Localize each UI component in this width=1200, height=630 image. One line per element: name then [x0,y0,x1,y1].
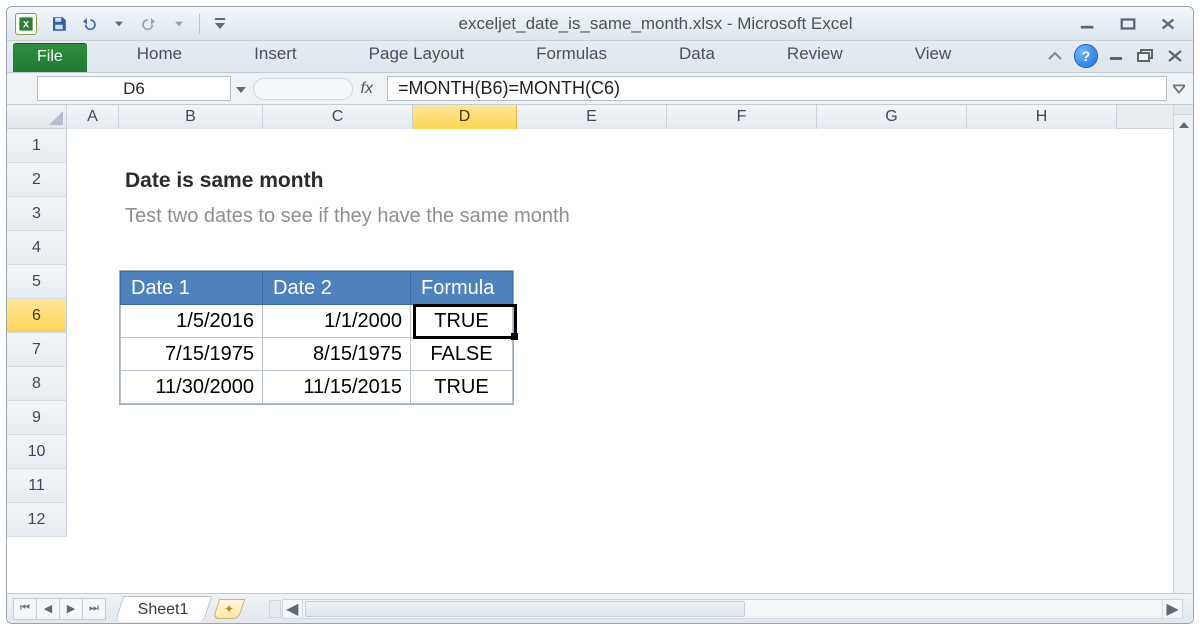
data-table: Date 1 Date 2 Formula 1/5/2016 1/1/2000 … [119,270,514,405]
scroll-up-button[interactable] [1174,115,1193,135]
cell-d7[interactable]: FALSE [411,338,513,371]
cell-c7[interactable]: 8/15/1975 [263,338,411,371]
col-header-h[interactable]: H [967,105,1117,129]
formula-bar-row: D6 fx =MONTH(B6)=MONTH(C6) [7,73,1193,105]
tab-home[interactable]: Home [123,39,196,72]
sheet-nav-next[interactable]: ▶ [59,598,83,620]
tab-data[interactable]: Data [665,39,729,72]
help-button[interactable]: ? [1075,45,1097,67]
cell-d8[interactable]: TRUE [411,371,513,404]
window-controls [1077,15,1185,33]
hscroll-thumb[interactable] [305,601,745,617]
cell-area[interactable]: Date is same month Test two dates to see… [67,129,1173,593]
col-header-a[interactable]: A [67,105,119,129]
ribbon-minimize-icon[interactable] [1047,49,1063,63]
worksheet-grid[interactable]: ABCDEFGH 123456789101112 Date is same mo… [7,105,1193,593]
app-window: X exceljet_date_is_same_month.xlsx - Mic… [6,6,1194,624]
row-header-9[interactable]: 9 [7,401,67,435]
row-header-1[interactable]: 1 [7,129,67,163]
split-handle[interactable] [1174,105,1193,115]
workbook-restore-icon[interactable] [1137,49,1155,63]
col-formula: Formula [411,272,513,305]
col-date2: Date 2 [263,272,411,305]
sheet-tab-active[interactable]: Sheet1 [115,596,212,622]
col-header-d[interactable]: D [413,105,517,129]
row-header-12[interactable]: 12 [7,503,67,537]
title-bar: X exceljet_date_is_same_month.xlsx - Mic… [7,7,1193,41]
tab-review[interactable]: Review [773,39,857,72]
redo-button[interactable] [135,12,163,36]
file-tab[interactable]: File [13,43,87,72]
name-box[interactable]: D6 [37,76,231,101]
row-header-7[interactable]: 7 [7,333,67,367]
sheet-nav-last[interactable]: ⏭ [82,598,106,620]
sheet-nav-buttons: ⏮ ◀ ▶ ⏭ [13,598,105,620]
table-row: 1/5/2016 1/1/2000 TRUE [121,305,513,338]
cell-b7[interactable]: 7/15/1975 [121,338,263,371]
tab-page-layout[interactable]: Page Layout [355,39,478,72]
row-header-4[interactable]: 4 [7,231,67,265]
excel-app-icon: X [15,13,37,35]
tab-view[interactable]: View [901,39,966,72]
row-header-11[interactable]: 11 [7,469,67,503]
row-headers: 123456789101112 [7,129,67,593]
formula-text: =MONTH(B6)=MONTH(C6) [398,78,620,99]
row-header-3[interactable]: 3 [7,197,67,231]
sheet-nav-prev[interactable]: ◀ [36,598,60,620]
new-sheet-button[interactable]: ✦ [212,599,244,619]
horizontal-scrollbar[interactable]: ◀ ▶ [282,599,1183,619]
row-header-6[interactable]: 6 [7,299,67,333]
row-header-10[interactable]: 10 [7,435,67,469]
workbook-minimize-icon[interactable] [1109,50,1125,62]
tab-insert[interactable]: Insert [240,39,311,72]
table-row: 7/15/1975 8/15/1975 FALSE [121,338,513,371]
sheet-title: Date is same month [125,169,323,193]
fx-icon[interactable]: fx [361,80,373,98]
col-header-f[interactable]: F [667,105,817,129]
fx-button-group [253,78,353,100]
sheet-nav-first[interactable]: ⏮ [13,598,37,620]
col-date1: Date 1 [121,272,263,305]
workbook-close-icon[interactable] [1167,49,1183,63]
undo-menu[interactable] [105,12,133,36]
sheet-subtitle: Test two dates to see if they have the s… [125,205,570,228]
close-button[interactable] [1157,15,1179,33]
qat-customize[interactable] [206,12,234,36]
table-header-row: Date 1 Date 2 Formula [121,272,513,305]
redo-menu[interactable] [165,12,193,36]
select-all-corner[interactable] [7,105,67,129]
cell-d6[interactable]: TRUE [411,305,513,338]
vertical-scrollbar[interactable] [1173,105,1193,593]
maximize-button[interactable] [1117,15,1139,33]
formula-bar[interactable]: =MONTH(B6)=MONTH(C6) [387,76,1167,101]
row-header-8[interactable]: 8 [7,367,67,401]
undo-button[interactable] [75,12,103,36]
quick-access-toolbar [45,12,234,36]
cell-c8[interactable]: 11/15/2015 [263,371,411,404]
scroll-left-button[interactable]: ◀ [283,600,303,618]
cell-b6[interactable]: 1/5/2016 [121,305,263,338]
row-header-2[interactable]: 2 [7,163,67,197]
tab-formulas[interactable]: Formulas [522,39,621,72]
sheet-tab-bar: ⏮ ◀ ▶ ⏭ Sheet1 ✦ ◀ ▶ [7,593,1193,623]
hscroll-grip[interactable] [269,600,281,618]
ribbon-tabs: File Home Insert Page Layout Formulas Da… [7,41,1193,73]
col-header-e[interactable]: E [517,105,667,129]
formula-bar-expand[interactable] [1170,77,1188,100]
window-title: exceljet_date_is_same_month.xlsx - Micro… [234,14,1077,34]
table-row: 11/30/2000 11/15/2015 TRUE [121,371,513,404]
column-headers: ABCDEFGH [67,105,1173,129]
name-box-value: D6 [123,79,145,99]
cell-c6[interactable]: 1/1/2000 [263,305,411,338]
minimize-button[interactable] [1077,15,1099,33]
scroll-right-button[interactable]: ▶ [1162,600,1182,618]
row-header-5[interactable]: 5 [7,265,67,299]
col-header-c[interactable]: C [263,105,413,129]
col-header-g[interactable]: G [817,105,967,129]
cell-b8[interactable]: 11/30/2000 [121,371,263,404]
save-button[interactable] [45,12,73,36]
col-header-b[interactable]: B [119,105,263,129]
svg-text:X: X [23,19,30,29]
